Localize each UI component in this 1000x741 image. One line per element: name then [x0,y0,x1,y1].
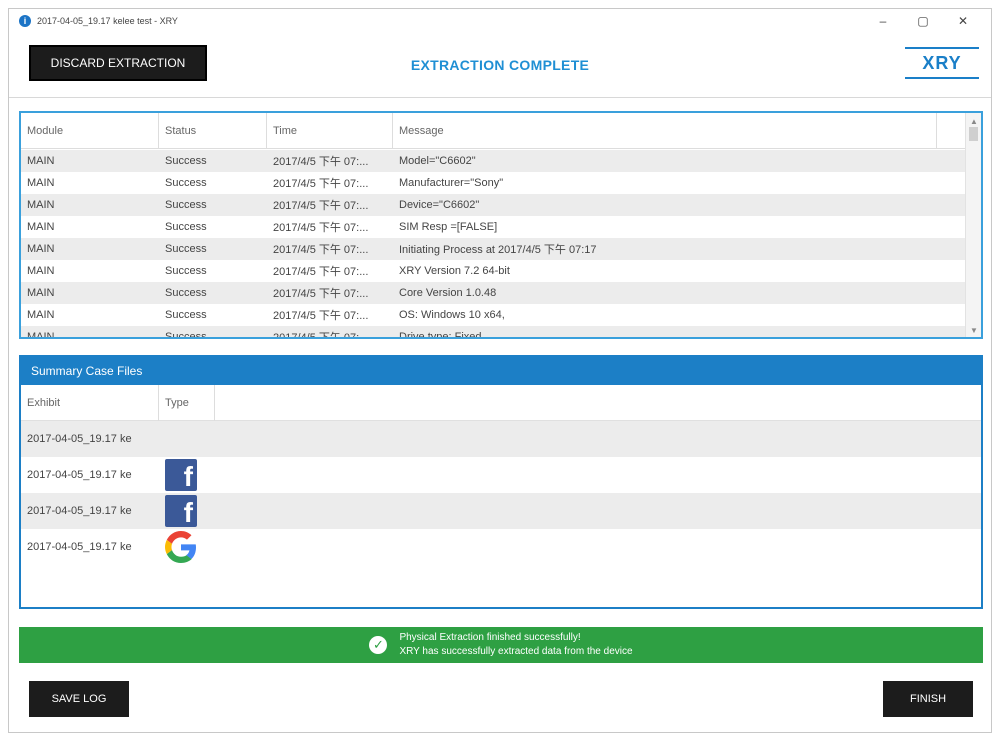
log-table-header: Module Status Time Message [21,113,965,149]
table-row[interactable]: 2017-04-05_19.17 ke f [21,493,981,529]
minimize-button[interactable]: – [863,11,903,31]
cell-module: MAIN [27,287,55,299]
cell-message: OS: Windows 10 x64, [399,309,505,321]
column-header-status[interactable]: Status [159,113,267,149]
table-row[interactable]: MAIN Success 2017/4/5 下午 07:... XRY Vers… [21,260,965,282]
cell-time: 2017/4/5 下午 07:... [273,200,369,212]
column-header-message[interactable]: Message [393,113,937,149]
cell-status: Success [165,155,207,167]
log-scrollbar[interactable]: ▲ ▼ [965,113,981,337]
table-row[interactable]: MAIN Success 2017/4/5 下午 07:... Initiati… [21,238,965,260]
table-row[interactable]: 2017-04-05_19.17 ke [21,529,981,565]
close-button[interactable]: ✕ [943,11,983,31]
table-row[interactable]: MAIN Success 2017/4/5 下午 07:... SIM Resp… [21,216,965,238]
cell-module: MAIN [27,309,55,321]
table-row[interactable]: MAIN Success 2017/4/5 下午 07:... Drive ty… [21,326,965,339]
header-divider [9,97,991,98]
cell-module: MAIN [27,155,55,167]
column-header-type[interactable]: Type [159,385,215,421]
window-controls: – ▢ ✕ [863,11,983,31]
table-row[interactable]: MAIN Success 2017/4/5 下午 07:... Model="C… [21,150,965,172]
table-row[interactable]: MAIN Success 2017/4/5 下午 07:... Device="… [21,194,965,216]
cell-status: Success [165,199,207,211]
cell-exhibit: 2017-04-05_19.17 ke [27,505,132,517]
title-bar: i 2017-04-05_19.17 kelee test - XRY – ▢ … [9,9,991,33]
cell-type: f [159,459,215,491]
cell-module: MAIN [27,243,55,255]
facebook-icon: f [165,495,197,527]
cell-status: Success [165,221,207,233]
scroll-thumb[interactable] [969,127,978,141]
page-title: EXTRACTION COMPLETE [410,57,590,73]
cell-time: 2017/4/5 下午 07:... [273,178,369,190]
cell-type [159,531,215,563]
summary-table-header: Exhibit Type [21,385,981,421]
cell-time: 2017/4/5 下午 07:... [273,288,369,300]
cell-module: MAIN [27,199,55,211]
table-row[interactable]: MAIN Success 2017/4/5 下午 07:... Core Ver… [21,282,965,304]
cell-status: Success [165,177,207,189]
maximize-button[interactable]: ▢ [903,11,943,31]
summary-title: Summary Case Files [21,357,981,385]
column-header-extra [937,113,965,149]
cell-message: Core Version 1.0.48 [399,287,497,299]
log-rows: MAIN Success 2017/4/5 下午 07:... Model="C… [21,150,965,339]
cell-exhibit: 2017-04-05_19.17 ke [27,541,132,553]
status-banner: ✓ Physical Extraction finished successfu… [19,627,983,663]
cell-message: Manufacturer="Sony" [399,177,504,189]
check-circle-icon: ✓ [369,636,388,654]
cell-module: MAIN [27,221,55,233]
log-table: Module Status Time Message MAIN Success … [19,111,983,339]
table-row[interactable]: MAIN Success 2017/4/5 下午 07:... Manufact… [21,172,965,194]
cell-module: MAIN [27,331,55,339]
header: DISCARD EXTRACTION EXTRACTION COMPLETE X… [9,33,991,99]
cell-exhibit: 2017-04-05_19.17 ke [27,433,132,445]
cell-type: f [159,495,215,527]
save-log-button[interactable]: SAVE LOG [29,681,129,717]
finish-button[interactable]: FINISH [883,681,973,717]
summary-rows: 2017-04-05_19.17 ke 2017-04-05_19.17 ke … [21,421,981,565]
cell-message: XRY Version 7.2 64-bit [399,265,510,277]
window-title: 2017-04-05_19.17 kelee test - XRY [37,16,178,26]
summary-case-files-panel: Summary Case Files Exhibit Type 2017-04-… [19,355,983,609]
column-header-module[interactable]: Module [21,113,159,149]
cell-module: MAIN [27,265,55,277]
cell-status: Success [165,287,207,299]
column-header-time[interactable]: Time [267,113,393,149]
status-text: Physical Extraction finished successfull… [399,631,632,659]
cell-time: 2017/4/5 下午 07:... [273,332,369,339]
cell-exhibit: 2017-04-05_19.17 ke [27,469,132,481]
cell-time: 2017/4/5 下午 07:... [273,156,369,168]
table-row[interactable]: MAIN Success 2017/4/5 下午 07:... OS: Wind… [21,304,965,326]
cell-module: MAIN [27,177,55,189]
cell-time: 2017/4/5 下午 07:... [273,244,369,256]
info-icon: i [19,15,31,27]
xry-logo: XRY [905,47,979,79]
scroll-down-icon[interactable]: ▼ [970,326,978,335]
cell-message: Drive type: Fixed [399,331,482,339]
scroll-up-icon[interactable]: ▲ [970,117,978,126]
cell-status: Success [165,265,207,277]
cell-status: Success [165,243,207,255]
cell-status: Success [165,331,207,339]
cell-message: Initiating Process at 2017/4/5 下午 07:17 [399,244,597,256]
facebook-icon: f [165,459,197,491]
cell-status: Success [165,309,207,321]
app-window: i 2017-04-05_19.17 kelee test - XRY – ▢ … [8,8,992,733]
cell-time: 2017/4/5 下午 07:... [273,222,369,234]
status-line-1: Physical Extraction finished successfull… [399,632,581,643]
cell-time: 2017/4/5 下午 07:... [273,266,369,278]
cell-message: Model="C6602" [399,155,476,167]
table-row[interactable]: 2017-04-05_19.17 ke [21,421,981,457]
status-line-2: XRY has successfully extracted data from… [399,646,633,657]
cell-time: 2017/4/5 下午 07:... [273,310,369,322]
cell-message: Device="C6602" [399,199,480,211]
cell-message: SIM Resp =[FALSE] [399,221,498,233]
google-icon [165,531,196,563]
column-header-exhibit[interactable]: Exhibit [21,385,159,421]
table-row[interactable]: 2017-04-05_19.17 ke f [21,457,981,493]
